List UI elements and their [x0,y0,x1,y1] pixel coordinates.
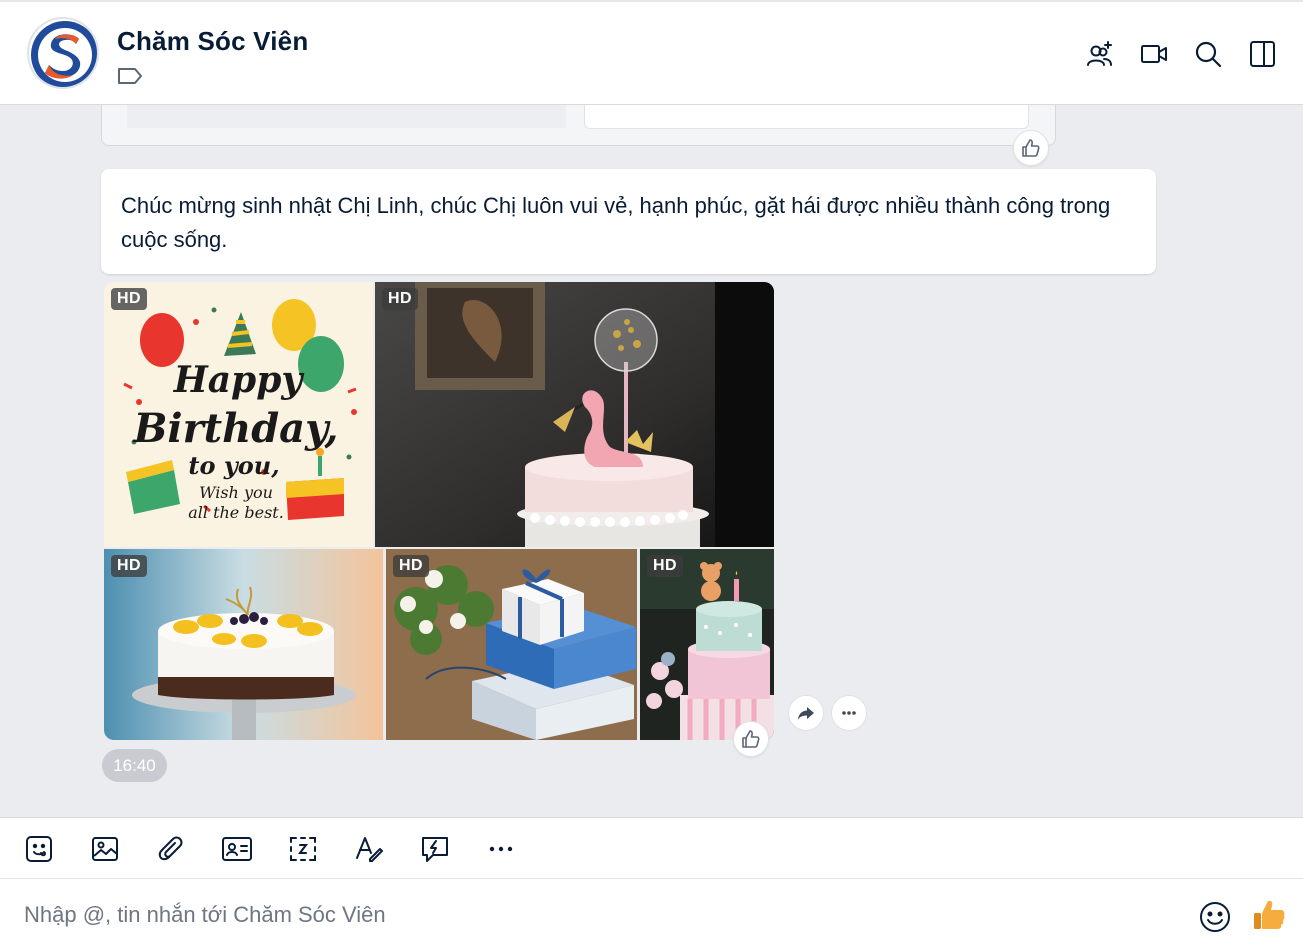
composer [0,879,1303,946]
hd-badge: HD [111,288,148,310]
composer-toolbar [0,817,1303,879]
screenshot-icon[interactable] [286,832,320,866]
card-text-birthday: Birthday, [133,405,339,452]
message-list[interactable]: Chúc mừng sinh nhật Chị Linh, chúc Chị l… [0,105,1303,817]
attach-icon[interactable] [154,832,188,866]
message-timestamp: 16:40 [102,749,167,782]
card-text-to-you: to you, [188,451,279,480]
more-icon[interactable] [484,832,518,866]
card-text-happy: Happy [173,359,305,401]
card-text-best: all the best. [188,503,284,522]
video-call-icon[interactable] [1138,38,1170,70]
conversation-header: Chăm Sóc Viên [0,2,1303,105]
hd-badge: HD [647,555,684,577]
card-text-wish: Wish you [199,483,273,502]
photo-fruit-cake[interactable]: HD [104,549,383,740]
image-icon[interactable] [88,832,122,866]
photo-birthday-card[interactable]: Happy Birthday, to you, Wish you all the… [104,282,373,547]
forward-icon[interactable] [788,695,824,731]
photo-teddy-cake[interactable]: HD [640,549,774,740]
hd-badge: HD [111,555,148,577]
message-bubble[interactable]: Chúc mừng sinh nhật Chị Linh, chúc Chị l… [101,169,1156,274]
search-icon[interactable] [1192,38,1224,70]
photo-gift-boxes[interactable]: HD [386,549,637,740]
message-text: Chúc mừng sinh nhật Chị Linh, chúc Chị l… [121,193,1111,252]
more-options-icon[interactable] [831,695,867,731]
chat-window: Chăm Sóc Viên Chúc mừng sinh nhật Chị Li… [0,0,1303,946]
hd-badge: HD [393,555,430,577]
sidebar-toggle-icon[interactable] [1246,38,1278,70]
hd-badge: HD [382,288,419,310]
emoji-icon[interactable] [1197,899,1233,935]
photo-flamingo-cake[interactable]: HD [375,282,774,547]
photo-grid: Happy Birthday, to you, Wish you all the… [104,282,774,740]
reaction-button[interactable] [1013,130,1049,166]
text-format-icon[interactable] [352,832,386,866]
previous-message-card [101,105,1056,146]
sticker-icon[interactable] [22,832,56,866]
thumbs-up-icon[interactable] [1251,897,1287,933]
contact-card-icon[interactable] [220,832,254,866]
conversation-title: Chăm Sóc Viên [117,26,309,56]
quick-message-icon[interactable] [418,832,452,866]
tag-icon[interactable] [117,67,143,85]
message-input[interactable] [24,897,1174,933]
reaction-button[interactable] [733,721,769,757]
add-member-icon[interactable] [1084,38,1116,70]
avatar[interactable] [27,17,99,89]
